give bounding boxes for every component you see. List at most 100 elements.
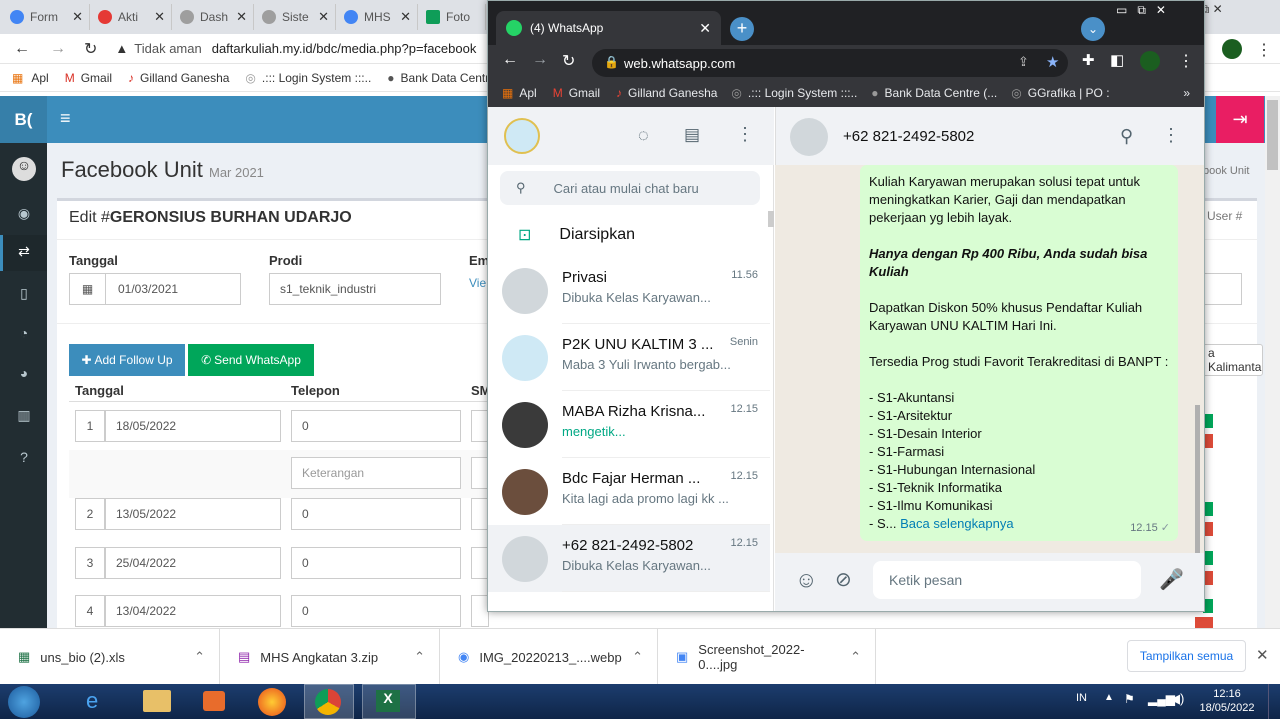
chat-item[interactable]: Privasi 11.56 Dibuka Kelas Karyawan...: [488, 257, 770, 324]
row-phone-field[interactable]: 0: [291, 547, 461, 579]
bookmark-gilland[interactable]: Gilland Ganesha: [628, 86, 717, 100]
chevron-up-icon[interactable]: ⌃: [850, 649, 861, 665]
profile-avatar[interactable]: [1140, 51, 1160, 71]
close-icon[interactable]: ✕: [154, 9, 165, 25]
close-window-icon[interactable]: ✕: [1156, 3, 1166, 18]
contact-avatar[interactable]: [790, 118, 828, 156]
close-icon[interactable]: ✕: [400, 9, 411, 25]
pie-chart-icon[interactable]: ◕: [14, 365, 34, 385]
row-date-field[interactable]: 18/05/2022: [105, 410, 281, 442]
forward-icon[interactable]: →: [50, 40, 66, 58]
conversation-header[interactable]: +62 821-2492-5802 ⚲ ⋮: [775, 107, 1204, 165]
dashboard-icon[interactable]: ◉: [14, 205, 34, 225]
media-player-icon[interactable]: [203, 691, 225, 711]
sidepanel-icon[interactable]: ◧: [1110, 51, 1124, 69]
show-desktop-button[interactable]: [1268, 684, 1280, 719]
flag-icon[interactable]: ⚑: [1124, 692, 1135, 706]
row-phone-field[interactable]: 0: [291, 410, 461, 442]
tanggal-field[interactable]: ▦ 01/03/2021: [69, 273, 241, 305]
download-item[interactable]: ◉ IMG_20220213_....webp ⌃: [440, 629, 658, 685]
add-follow-up-button[interactable]: ✚ Add Follow Up: [69, 344, 185, 376]
pie-chart-icon[interactable]: ◔: [14, 325, 34, 345]
bookmark-gilland[interactable]: Gilland Ganesha: [140, 71, 229, 85]
new-chat-icon[interactable]: ▤: [684, 125, 700, 145]
download-item[interactable]: ▦ uns_bio (2).xls ⌃: [0, 629, 220, 685]
forward-icon[interactable]: →: [532, 51, 548, 69]
bookmark-apl[interactable]: Apl: [519, 86, 536, 100]
prodi-field[interactable]: s1_teknik_industri: [269, 273, 441, 305]
security-status[interactable]: Tidak aman: [134, 41, 201, 56]
document-icon[interactable]: ▯: [14, 285, 34, 305]
bg-tab-1[interactable]: Akti ✕: [92, 4, 172, 30]
firefox-icon[interactable]: [258, 688, 286, 716]
bookmark-login[interactable]: .::: Login System :::..: [748, 86, 857, 100]
scrollbar-thumb[interactable]: [1267, 100, 1278, 170]
contact-name[interactable]: +62 821-2492-5802: [843, 128, 974, 145]
back-icon[interactable]: ←: [14, 40, 30, 58]
bg-tab-0[interactable]: Form ✕: [4, 4, 90, 30]
wa-url-field[interactable]: 🔒 web.whatsapp.com ⇪ ★: [592, 49, 1068, 77]
bookmark-bank[interactable]: Bank Data Centre (...: [885, 86, 998, 100]
row-phone-field[interactable]: 0: [291, 595, 461, 627]
bookmark-ggrafika[interactable]: GGrafika | PO :: [1028, 86, 1110, 100]
send-whatsapp-button[interactable]: ✆ Send WhatsApp: [188, 344, 314, 376]
star-icon[interactable]: ★: [1046, 53, 1059, 71]
chevron-up-icon[interactable]: ⌃: [194, 649, 205, 665]
bookmark-bank[interactable]: Bank Data Centr: [401, 71, 490, 85]
page-scrollbar[interactable]: [1265, 96, 1280, 628]
status-icon[interactable]: ◌: [638, 125, 649, 146]
profile-avatar[interactable]: [1222, 39, 1242, 59]
extensions-icon[interactable]: ✚: [1082, 51, 1095, 69]
clock[interactable]: 12:16 18/05/2022: [1196, 687, 1258, 715]
message-scrollbar[interactable]: [1195, 405, 1200, 553]
reload-icon[interactable]: ↻: [84, 39, 97, 59]
archived-item[interactable]: ⊡ Diarsipkan: [488, 213, 770, 257]
wa-window-controls[interactable]: ▭ ⧉ ✕: [1116, 3, 1166, 18]
tray-arrow-icon[interactable]: ▲: [1104, 692, 1114, 703]
search-icon[interactable]: ⚲: [1120, 126, 1133, 147]
bg-tab-4[interactable]: MHS ✕: [338, 4, 418, 30]
chevron-down-icon[interactable]: ⌄: [1081, 17, 1105, 41]
right-field[interactable]: [1202, 273, 1242, 305]
message-input[interactable]: Ketik pesan: [873, 561, 1141, 599]
bg-tab-2[interactable]: Dash ✕: [174, 4, 254, 30]
new-tab-icon[interactable]: +: [730, 17, 754, 41]
row-date-field[interactable]: 13/04/2022: [105, 595, 281, 627]
breadcrumb[interactable]: book Unit: [1203, 165, 1249, 177]
row-date-field[interactable]: 25/04/2022: [105, 547, 281, 579]
show-all-button[interactable]: Tampilkan semua: [1127, 640, 1246, 672]
close-icon[interactable]: ✕: [72, 9, 83, 25]
menu-icon[interactable]: ⋮: [1162, 125, 1180, 146]
read-more-link[interactable]: Baca selengkapnya: [900, 516, 1013, 531]
bg-tab-5[interactable]: Foto: [420, 4, 486, 30]
share-icon[interactable]: ⇪: [1018, 54, 1029, 70]
keterangan-field[interactable]: Keterangan: [291, 457, 461, 489]
menu-icon[interactable]: ⋮: [1178, 51, 1194, 71]
bg-url[interactable]: daftarkuliah.my.id/bdc/media.php?p=faceb…: [212, 41, 477, 56]
hamburger-icon[interactable]: ≡: [60, 108, 71, 129]
maximize-icon[interactable]: ⧉: [1137, 3, 1146, 18]
view-link[interactable]: Vie: [469, 276, 486, 290]
close-icon[interactable]: ✕: [699, 20, 711, 37]
exchange-icon[interactable]: ⇄: [14, 243, 34, 263]
reload-icon[interactable]: ↻: [562, 51, 575, 71]
chevron-up-icon[interactable]: ⌃: [632, 649, 643, 665]
bg-tab-3[interactable]: Siste ✕: [256, 4, 336, 30]
emoji-icon[interactable]: ☺: [795, 567, 817, 593]
folder-icon[interactable]: [143, 690, 171, 712]
chat-item[interactable]: +62 821-2492-5802 12.15 Dibuka Kelas Karya…: [488, 525, 770, 592]
more-bookmarks-icon[interactable]: »: [1183, 86, 1190, 100]
row-date-field[interactable]: 13/05/2022: [105, 498, 281, 530]
chat-item[interactable]: MABA Rizha Krisna... 12.15 mengetik...: [488, 391, 770, 458]
admin-logo[interactable]: B(: [0, 96, 47, 143]
wa-tab[interactable]: (4) WhatsApp ✕: [496, 11, 721, 45]
menu-icon[interactable]: ⋮: [736, 124, 754, 145]
bookmark-login[interactable]: .::: Login System :::..: [262, 71, 371, 85]
close-icon[interactable]: ✕: [1256, 646, 1269, 664]
chat-item[interactable]: Bdc Fajar Herman ... 12.15 Kita lagi ada p…: [488, 458, 770, 525]
download-item[interactable]: ▤ MHS Angkatan 3.zip ⌃: [220, 629, 440, 685]
chevron-up-icon[interactable]: ⌃: [414, 649, 425, 665]
chat-search-input[interactable]: ⚲ Cari atau mulai chat baru: [500, 171, 760, 205]
bookmark-gmail[interactable]: Gmail: [569, 86, 600, 100]
bookmark-gmail[interactable]: Gmail: [81, 71, 112, 85]
